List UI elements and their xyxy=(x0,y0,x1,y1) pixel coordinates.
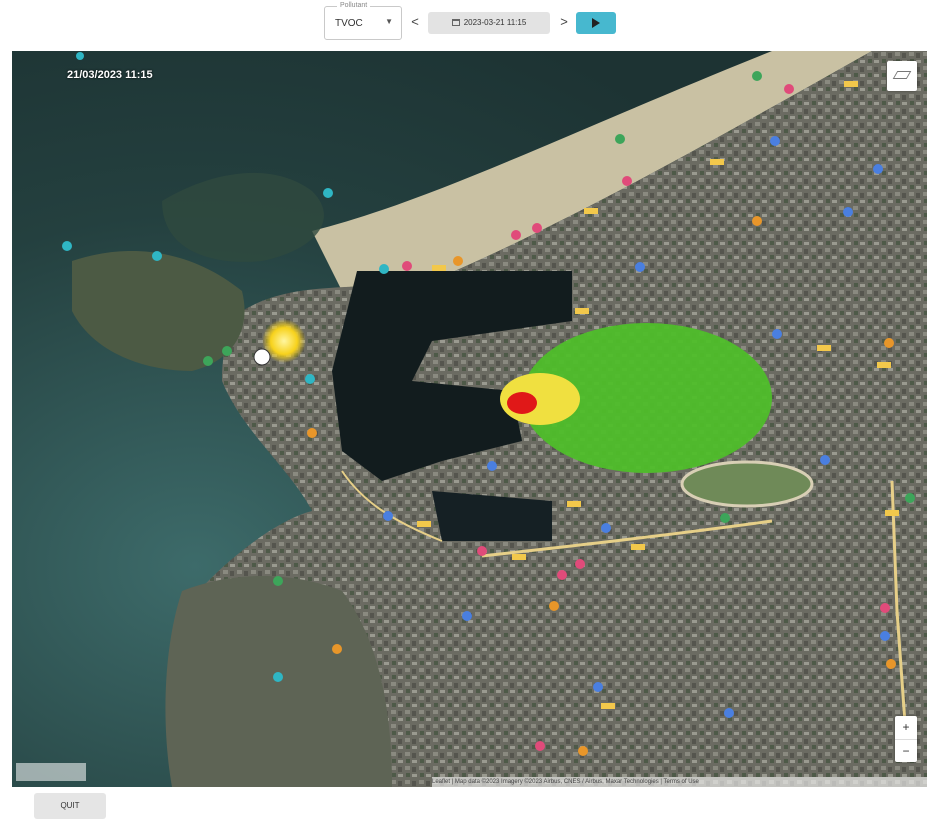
datetime-value: 2023-03-21 11:15 xyxy=(463,18,527,27)
map-attribution: Leaflet | Map data ©2023 Imagery ©2023 A… xyxy=(432,777,927,787)
next-time-button[interactable]: > xyxy=(557,13,571,31)
chevron-down-icon: ▼ xyxy=(385,17,393,26)
toolbar: Pollutant TVOC ▼ < 2023-03-21 11:15 > xyxy=(0,0,935,44)
map-timestamp: 21/03/2023 11:15 xyxy=(67,69,153,81)
zoom-in-button[interactable]: + xyxy=(895,716,917,740)
zoom-control: + − xyxy=(895,716,917,762)
pollutant-select-legend: Pollutant xyxy=(337,1,371,11)
zoom-out-button[interactable]: − xyxy=(895,740,917,763)
racetrack xyxy=(680,460,814,508)
pollutant-select[interactable]: Pollutant TVOC ▼ xyxy=(324,1,402,40)
datetime-picker-button[interactable]: 2023-03-21 11:15 xyxy=(428,12,550,34)
source-marker xyxy=(253,348,271,366)
scale-bar xyxy=(16,763,86,781)
calendar-icon xyxy=(451,19,460,26)
play-icon xyxy=(592,18,600,28)
layers-icon xyxy=(892,71,912,79)
previous-time-button[interactable]: < xyxy=(408,13,422,31)
plume-high-concentration xyxy=(507,392,537,414)
quit-button[interactable]: QUIT xyxy=(34,793,106,819)
layers-control[interactable] xyxy=(887,61,917,91)
play-button[interactable] xyxy=(576,12,616,34)
satellite-map[interactable]: 21/03/2023 11:15 + − Leaflet | Map data … xyxy=(12,51,927,787)
map-imagery xyxy=(12,51,927,787)
pollutant-select-value: TVOC xyxy=(335,18,363,29)
